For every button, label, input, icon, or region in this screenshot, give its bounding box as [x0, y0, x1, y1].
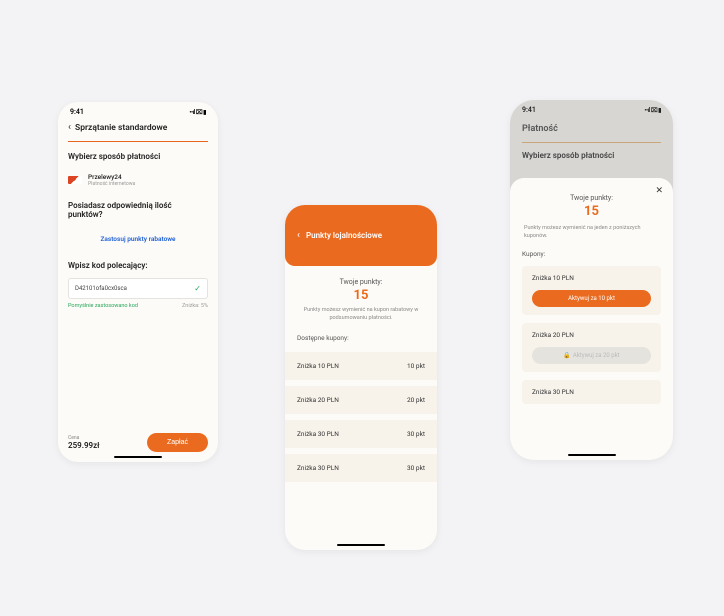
- coupon-name: Zniżka 30 PLN: [532, 388, 651, 396]
- status-bar: 9:41 ••ıl ⌧ ▮: [510, 100, 673, 116]
- page-title: Płatność: [510, 116, 673, 142]
- coupon-card: Zniżka 20 PLN 🔒Aktywuj za 20 pkt: [522, 323, 661, 372]
- status-time: 9:41: [70, 108, 84, 116]
- apply-points-link[interactable]: Zastosuj punkty rabatowe: [68, 227, 208, 251]
- coupon-row[interactable]: Zniżka 20 PLN 20 pkt: [285, 386, 437, 414]
- home-indicator: [337, 544, 385, 546]
- points-value: 15: [522, 204, 661, 219]
- close-icon[interactable]: ✕: [655, 186, 663, 196]
- screen-payment-with-sheet: 9:41 ••ıl ⌧ ▮ Płatność Wybierz sposób pł…: [510, 100, 673, 460]
- payment-desc: Płatność internetowa: [88, 181, 135, 187]
- status-bar: 9:41 ••ıl ⌧ ▮: [58, 102, 218, 118]
- coupon-name: Zniżka 30 PLN: [297, 430, 339, 438]
- points-value: 15: [297, 288, 425, 303]
- coupon-points: 30 pkt: [407, 430, 425, 438]
- check-circle-icon: ✓: [194, 284, 201, 293]
- payment-method-heading: Wybierz sposób płatności: [510, 151, 673, 160]
- status-time: 9:41: [522, 106, 536, 114]
- referral-code-value: D42101ofa0cx0sca: [75, 285, 127, 292]
- coupon-name: Zniżka 10 PLN: [532, 274, 651, 282]
- price-value: 259.99zł: [68, 441, 100, 450]
- lock-icon: 🔒: [563, 352, 570, 359]
- page-title: Punkty lojalnościowe: [306, 231, 382, 240]
- page-title: Sprzątanie standardowe: [75, 123, 167, 133]
- hero-header: ‹ Punkty lojalnościowe: [285, 205, 437, 266]
- discount-text: Zniżka: 5%: [182, 303, 208, 309]
- screen-loyalty-points: ‹ Punkty lojalnościowe Twoje punkty: 15 …: [285, 205, 437, 550]
- back-icon[interactable]: ‹: [68, 122, 71, 133]
- referral-code-heading: Wpisz kod polecający:: [68, 261, 208, 270]
- coupon-points: 20 pkt: [407, 396, 425, 404]
- status-icons: ••ıl ⌧ ▮: [189, 109, 206, 116]
- screen-payment-summary: 9:41 ••ıl ⌧ ▮ ‹ Sprzątanie standardowe W…: [58, 102, 218, 462]
- divider: [522, 142, 661, 143]
- coupon-points: 30 pkt: [407, 464, 425, 472]
- coupon-name: Zniżka 20 PLN: [532, 331, 651, 339]
- coupon-row[interactable]: Zniżka 10 PLN 10 pkt: [285, 352, 437, 380]
- activate-coupon-button[interactable]: Aktywuj za 10 pkt: [532, 290, 651, 307]
- coupon-name: Zniżka 30 PLN: [297, 464, 339, 472]
- points-label: Twoje punkty:: [297, 278, 425, 286]
- home-indicator: [114, 456, 162, 458]
- coupon-card: Zniżka 30 PLN: [522, 380, 661, 404]
- activate-coupon-button-disabled: 🔒Aktywuj za 20 pkt: [532, 347, 651, 364]
- coupon-row[interactable]: Zniżka 30 PLN 30 pkt: [285, 454, 437, 482]
- back-icon[interactable]: ‹: [297, 230, 300, 241]
- coupon-points: 10 pkt: [407, 362, 425, 370]
- home-indicator: [568, 454, 616, 456]
- status-icons: ••ıl ⌧ ▮: [644, 107, 661, 114]
- referral-code-input[interactable]: D42101ofa0cx0sca ✓: [68, 278, 208, 299]
- pay-button[interactable]: Zapłać: [147, 433, 208, 452]
- coupons-heading: Kupony:: [522, 250, 661, 258]
- sheet-desc: Punkty możesz wymienić na jeden z poniżs…: [522, 225, 661, 240]
- payment-name: Przelewy24: [88, 173, 135, 181]
- coupons-heading: Dostępne kupony:: [285, 330, 437, 346]
- points-desc: Punkty możesz wymienić na kupon rabatowy…: [297, 307, 425, 322]
- points-label: Twoje punkty:: [522, 194, 661, 202]
- coupon-name: Zniżka 20 PLN: [297, 396, 339, 404]
- payment-option-przelewy24[interactable]: Przelewy24 Płatność internetowa: [68, 169, 208, 191]
- coupon-card: Zniżka 10 PLN Aktywuj za 10 pkt: [522, 266, 661, 315]
- payment-method-heading: Wybierz sposób płatności: [68, 152, 208, 161]
- coupon-name: Zniżka 10 PLN: [297, 362, 339, 370]
- coupon-row[interactable]: Zniżka 30 PLN 30 pkt: [285, 420, 437, 448]
- points-question-heading: Posiadasz odpowiednią ilość punktów?: [68, 201, 208, 219]
- code-success-text: Pomyślnie zastosowano kod: [68, 303, 138, 309]
- header: ‹ Sprzątanie standardowe: [58, 118, 218, 141]
- coupon-bottom-sheet: ✕ Twoje punkty: 15 Punkty możesz wymieni…: [510, 178, 673, 460]
- przelewy24-logo-icon: [68, 176, 82, 184]
